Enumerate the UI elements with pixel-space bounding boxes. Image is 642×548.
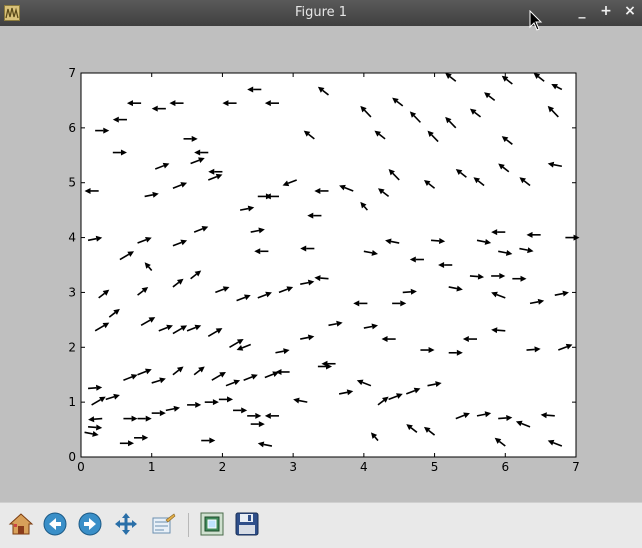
axes-background (81, 73, 576, 457)
maximize-button[interactable]: + (600, 3, 612, 19)
forward-arrow-icon (78, 512, 102, 536)
x-tick-label: 5 (431, 460, 439, 474)
x-tick-label: 7 (572, 460, 580, 474)
configure-subplots-icon (152, 513, 176, 534)
configure-subplots-button[interactable] (150, 511, 176, 537)
figure-window: Figure 1 _ + × 0 1 2 3 4 5 6 7 0 1 2 3 4 5 6 7 (0, 0, 642, 548)
mouse-cursor (529, 10, 543, 31)
title-bar[interactable]: Figure 1 _ + × (0, 0, 642, 26)
toolbar-separator (188, 513, 189, 537)
forward-button[interactable] (77, 511, 103, 537)
x-tick-label: 0 (77, 460, 85, 474)
pan-button[interactable] (113, 511, 139, 537)
window-title: Figure 1 (294, 5, 348, 20)
y-tick-label: 0 (68, 450, 76, 464)
back-arrow-icon (43, 512, 67, 536)
pan-move-icon (115, 513, 137, 535)
save-button[interactable] (234, 511, 260, 537)
minimize-button[interactable]: _ (576, 3, 588, 19)
back-button[interactable] (42, 511, 68, 537)
y-tick-label: 1 (68, 395, 76, 409)
x-tick-label: 1 (148, 460, 156, 474)
y-tick-label: 3 (68, 285, 76, 299)
zoom-rect-icon (200, 512, 224, 536)
y-tick-label: 5 (68, 176, 76, 190)
x-tick-label: 6 (501, 460, 509, 474)
y-tick-label: 7 (68, 66, 76, 80)
x-tick-label: 3 (289, 460, 297, 474)
home-button[interactable] (8, 511, 34, 537)
y-tick-label: 2 (68, 340, 76, 354)
zoom-button[interactable] (199, 511, 225, 537)
x-tick-label: 2 (219, 460, 227, 474)
x-tick-label: 4 (360, 460, 368, 474)
floppy-save-icon (235, 512, 259, 536)
quiver-plot[interactable]: 0 1 2 3 4 5 6 7 0 1 2 3 4 5 6 7 (2, 26, 640, 502)
navigation-toolbar (0, 502, 642, 548)
home-icon (8, 513, 34, 535)
close-button[interactable]: × (624, 3, 636, 19)
figure-canvas[interactable]: 0 1 2 3 4 5 6 7 0 1 2 3 4 5 6 7 (2, 26, 640, 502)
y-tick-label: 4 (68, 231, 76, 245)
y-tick-label: 6 (68, 121, 76, 135)
